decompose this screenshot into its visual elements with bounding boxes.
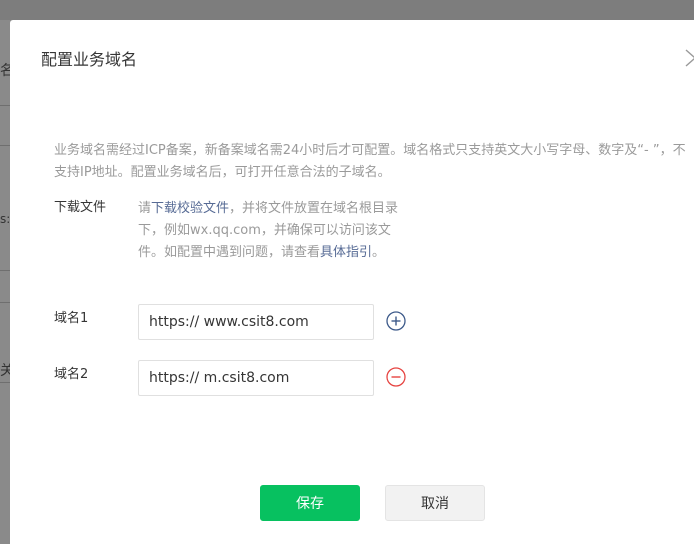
remove-circle-icon[interactable]: [386, 367, 406, 387]
background-text-fragment: 名: [0, 63, 10, 79]
download-instructions: 请下载校验文件，并将文件放置在域名根目录下，例如wx.qq.com，并确保可以访…: [138, 198, 410, 264]
domain-1-label: 域名1: [54, 311, 89, 326]
backdrop-top-bar: [0, 0, 694, 20]
chevron-right-icon[interactable]: [683, 48, 694, 68]
download-file-label: 下载文件: [54, 200, 107, 215]
domain-2-input[interactable]: [138, 360, 374, 396]
background-text-fragment: s:/: [0, 212, 10, 226]
add-circle-icon[interactable]: [386, 311, 406, 331]
configure-domain-dialog: 配置业务域名 业务域名需经过ICP备案，新备案域名需24小时后才可配置。域名格式…: [10, 20, 694, 544]
domain-2-label: 域名2: [54, 367, 89, 382]
page: 名 s:/ 关 配置业务域名 业务域名需经过ICP备案，新备案域名需24小时后才…: [0, 0, 694, 544]
detailed-guide-link[interactable]: 具体指引: [320, 245, 372, 260]
domain-description: 业务域名需经过ICP备案，新备案域名需24小时后才可配置。域名格式只支持英文大小…: [54, 143, 686, 180]
domain-1-input[interactable]: [138, 304, 374, 340]
cancel-button[interactable]: 取消: [385, 485, 485, 521]
background-text-fragment: 关: [0, 363, 10, 379]
download-verification-file-link[interactable]: 下载校验文件: [151, 201, 229, 216]
save-button[interactable]: 保存: [260, 485, 360, 521]
download-text-after: 。: [372, 245, 386, 260]
dialog-title: 配置业务域名: [41, 50, 138, 69]
download-text-before: 请: [138, 201, 152, 216]
